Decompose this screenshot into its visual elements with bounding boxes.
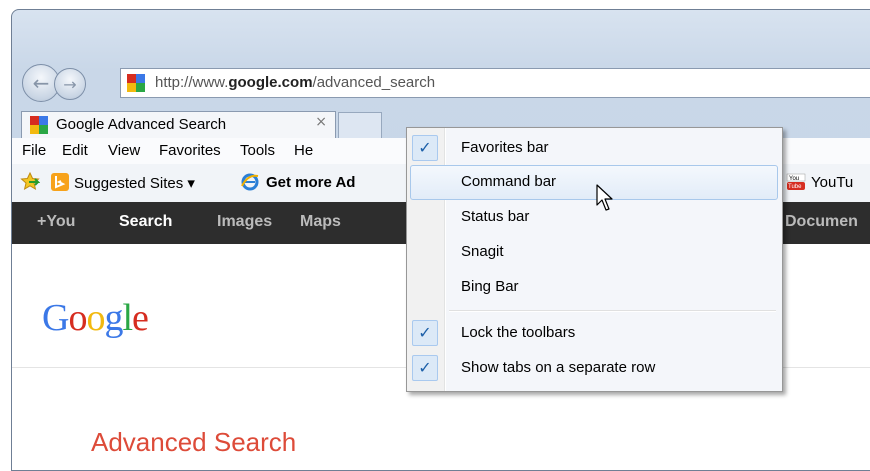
google-images-link[interactable]: Images [217, 213, 272, 231]
tab-close-icon[interactable]: × [315, 114, 327, 130]
get-more-addons-link[interactable]: Get more Ad [266, 174, 355, 191]
suggested-sites-link[interactable]: Suggested Sites ▾ [74, 174, 195, 192]
google-documents-link[interactable]: Documen [785, 213, 858, 231]
menu-item-lock-toolbars[interactable]: ✓ Lock the toolbars [410, 316, 776, 349]
google-search-link[interactable]: Search [119, 213, 172, 231]
bing-icon [50, 172, 70, 196]
svg-text:Tube: Tube [788, 184, 802, 190]
google-logo[interactable]: Google [42, 296, 149, 340]
svg-text:You: You [789, 176, 799, 182]
favorites-star-icon[interactable] [20, 171, 41, 194]
navigation-bar: ← → http://www.google.com/advanced_searc… [12, 10, 870, 110]
menu-separator [449, 310, 776, 312]
google-favicon [30, 116, 48, 134]
address-bar[interactable]: http://www.google.com/advanced_search [120, 68, 870, 98]
menu-file[interactable]: File [22, 142, 46, 159]
menu-item-show-tabs-separate-row[interactable]: ✓ Show tabs on a separate row [410, 351, 776, 384]
menu-item-status-bar[interactable]: Status bar [410, 200, 776, 233]
forward-arrow-icon: → [63, 74, 77, 94]
menu-help[interactable]: He [294, 142, 313, 159]
page-heading: Advanced Search [91, 427, 297, 457]
youtube-link[interactable]: YouTu [811, 174, 853, 191]
menu-item-label: Favorites bar [461, 139, 549, 156]
check-icon: ✓ [412, 355, 438, 381]
check-icon: ✓ [412, 320, 438, 346]
toolbars-context-menu: ✓ Favorites bar Command bar Status bar S… [406, 127, 783, 392]
tab-google-advanced-search[interactable]: Google Advanced Search × [21, 111, 336, 138]
menu-edit[interactable]: Edit [62, 142, 88, 159]
menu-item-label: Show tabs on a separate row [461, 359, 656, 376]
google-favicon [127, 74, 145, 92]
tab-title: Google Advanced Search [56, 116, 227, 133]
address-url: http://www.google.com/advanced_search [155, 74, 436, 91]
ie-icon [240, 172, 260, 196]
menu-tools[interactable]: Tools [240, 142, 275, 159]
mouse-cursor-icon [596, 184, 614, 216]
check-icon: ✓ [412, 135, 438, 161]
menu-item-label: Status bar [461, 208, 530, 225]
forward-button[interactable]: → [54, 68, 86, 100]
menu-item-favorites-bar[interactable]: ✓ Favorites bar [410, 131, 776, 164]
new-tab-button[interactable] [338, 112, 382, 138]
youtube-icon: You Tube [786, 172, 806, 196]
google-plus-you-link[interactable]: +You [37, 213, 75, 231]
menu-item-bing-bar[interactable]: Bing Bar [410, 270, 776, 303]
menu-item-label: Command bar [461, 173, 557, 190]
menu-item-label: Lock the toolbars [461, 324, 576, 341]
menu-item-command-bar[interactable]: Command bar [410, 165, 778, 200]
back-arrow-icon: ← [32, 71, 50, 95]
menu-view[interactable]: View [108, 142, 140, 159]
menu-item-label: Bing Bar [461, 278, 519, 295]
menu-item-snagit[interactable]: Snagit [410, 235, 776, 268]
menu-favorites[interactable]: Favorites [159, 142, 221, 159]
google-maps-link[interactable]: Maps [300, 213, 341, 231]
menu-item-label: Snagit [461, 243, 504, 260]
